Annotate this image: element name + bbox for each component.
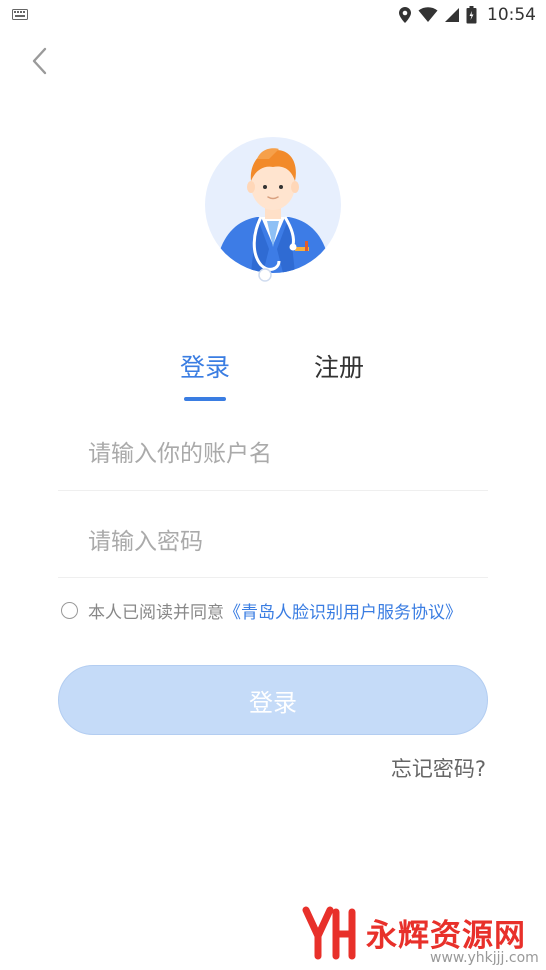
password-input[interactable] — [58, 506, 488, 577]
chevron-left-icon — [32, 47, 47, 75]
agreement-row: 本人已阅读并同意 《青岛人脸识别用户服务协议》 — [61, 598, 462, 623]
watermark-url: www.yhkjjj.com — [430, 950, 539, 966]
agreement-checkbox[interactable] — [61, 601, 78, 619]
doctor-avatar-icon — [205, 137, 341, 282]
tab-register[interactable]: 注册 — [314, 348, 364, 384]
agreement-text: 本人已阅读并同意 — [88, 602, 224, 623]
keyboard-icon — [12, 9, 28, 20]
watermark-title: 永辉资源网 — [366, 918, 526, 954]
password-field-container — [58, 506, 488, 578]
back-button[interactable] — [24, 44, 54, 78]
watermark: 永辉资源网 www.yhkjjj.com — [296, 906, 546, 970]
tab-login[interactable]: 登录 — [180, 348, 230, 384]
status-icons: 10:54 — [398, 4, 536, 26]
wifi-icon — [418, 7, 438, 22]
signal-icon — [445, 8, 459, 22]
agreement-link[interactable]: 《青岛人脸识别用户服务协议》 — [224, 598, 462, 623]
status-time: 10:54 — [487, 5, 536, 25]
location-icon — [399, 7, 411, 23]
username-input[interactable] — [58, 418, 488, 490]
active-tab-indicator — [184, 397, 226, 401]
auth-tabs: 登录 注册 — [0, 348, 546, 408]
battery-icon — [466, 6, 477, 24]
forgot-password-link[interactable]: 忘记密码? — [391, 753, 486, 783]
login-button[interactable]: 登录 — [58, 665, 488, 735]
username-field-container — [58, 418, 488, 491]
watermark-logo-icon — [302, 906, 356, 960]
status-bar: 10:54 — [0, 0, 546, 30]
